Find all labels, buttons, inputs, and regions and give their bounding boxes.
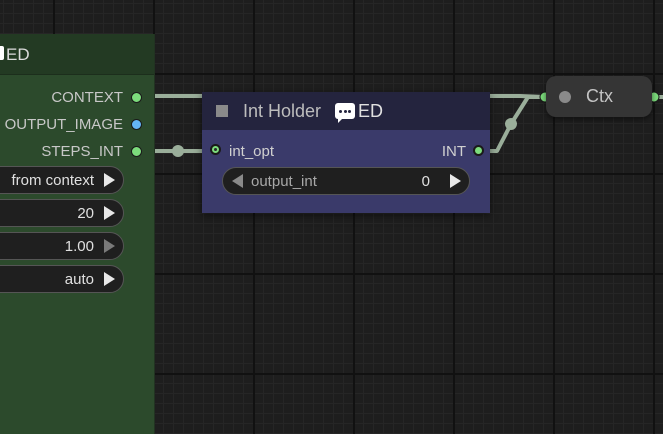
node-ctx-title: Ctx (586, 86, 613, 106)
widget-combo-source[interactable]: from context (0, 166, 124, 194)
increment-arrow-icon[interactable] (104, 239, 115, 253)
link-midpoint-steps[interactable] (172, 145, 184, 157)
output-image-slot[interactable] (131, 118, 142, 130)
input-int-opt-label: int_opt (229, 143, 275, 160)
widget-float[interactable]: 1.00 (0, 232, 124, 260)
widget-combo-mode-value: auto (64, 270, 94, 288)
node-int-holder[interactable]: Int Holder ED int_opt INT output_int 0 (202, 92, 490, 213)
output-image-label: OUTPUT_IMAGE (4, 115, 123, 133)
link-midpoint-int[interactable] (505, 118, 517, 130)
output-context-label: CONTEXT (51, 88, 123, 106)
collapse-square-icon[interactable] (216, 105, 228, 117)
chat-bubble-icon (0, 46, 4, 60)
node-int-holder-title: Int Holder (243, 101, 322, 121)
link-int-to-ctx[interactable] (481, 95, 547, 153)
widget-output-int-name: output_int (251, 172, 317, 190)
widget-combo-source-value: from context (11, 171, 94, 189)
node-left-title: ED (6, 45, 30, 64)
node-left[interactable]: ED CONTEXT OUTPUT_IMAGE STEPS_INT from c… (0, 34, 155, 434)
output-steps-int-label: STEPS_INT (41, 142, 123, 160)
widget-float-value: 1.00 (64, 237, 94, 255)
widget-output-int[interactable]: output_int 0 (222, 167, 470, 195)
output-context-slot[interactable] (131, 91, 142, 103)
output-context[interactable]: CONTEXT (51, 87, 142, 107)
increment-arrow-icon[interactable] (104, 173, 115, 187)
output-int-slot[interactable] (473, 145, 484, 156)
decrement-arrow-icon[interactable] (232, 174, 243, 188)
increment-arrow-icon[interactable] (450, 174, 461, 188)
collapse-dot-icon[interactable] (559, 91, 571, 103)
widget-steps[interactable]: 20 (0, 199, 124, 227)
widget-output-int-value: 0 (421, 172, 430, 190)
node-ctx[interactable]: Ctx (546, 76, 652, 117)
chat-bubble-icon (335, 103, 355, 123)
widget-steps-value: 20 (77, 204, 94, 222)
increment-arrow-icon[interactable] (104, 272, 115, 286)
output-image[interactable]: OUTPUT_IMAGE (5, 114, 142, 134)
widget-combo-mode[interactable]: auto (0, 265, 124, 293)
output-steps-int-slot[interactable] (131, 145, 142, 157)
node-int-holder-title-suffix: ED (358, 101, 384, 121)
output-int-label: INT (441, 143, 466, 160)
output-steps-int[interactable]: STEPS_INT (41, 141, 142, 161)
node-int-holder-header[interactable]: Int Holder ED (202, 92, 490, 130)
node-left-header[interactable]: ED (0, 34, 154, 75)
increment-arrow-icon[interactable] (104, 206, 115, 220)
input-int-opt-slot[interactable] (210, 144, 221, 155)
